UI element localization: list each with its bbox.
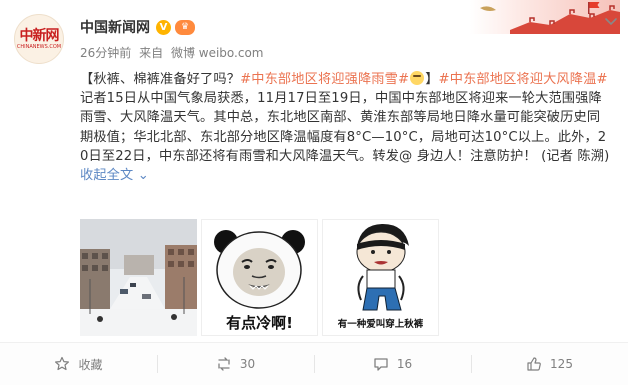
post-image-cartoon-longjohns[interactable]: 有一种爱叫穿上秋裤 (322, 219, 439, 336)
post-source-name[interactable]: 微博 weibo.com (171, 46, 264, 60)
vip-crown-icon[interactable]: ♛ (175, 19, 195, 35)
hashtag-link[interactable]: #中东部地区将迎强降雨雪# (240, 72, 409, 87)
account-name[interactable]: 中国新闻网 (80, 17, 150, 37)
panda-meme-caption: 有点冷啊! (226, 314, 293, 332)
repost-icon (218, 357, 230, 371)
favorite-label: 收藏 (78, 357, 103, 372)
like-button[interactable]: 125 (471, 343, 628, 385)
post-image-snowy-street[interactable] (80, 219, 197, 336)
verified-badge-icon[interactable]: V (156, 19, 171, 35)
post-image-panda-meme[interactable]: 有点冷啊! (201, 219, 318, 336)
weibo-post-card: 中新网 CHINANEWS.COM 中国新闻网 V ♛ 26分钟前 来自 微博 … (0, 0, 628, 385)
header-banner-decoration (470, 0, 620, 34)
account-avatar[interactable]: 中新网 CHINANEWS.COM (14, 14, 64, 64)
avatar-logo-subtext: CHINANEWS.COM (16, 43, 62, 50)
comment-icon (374, 358, 388, 371)
collapse-text-link[interactable]: 收起全文 (80, 168, 133, 183)
panda-face-drawing (214, 230, 305, 309)
post-meta: 26分钟前 来自 微博 weibo.com (80, 44, 268, 61)
post-source-prefix: 来自 (139, 46, 164, 60)
favorite-button[interactable]: 收藏 (0, 343, 157, 385)
post-menu-chevron-icon[interactable] (604, 14, 618, 28)
cartoon-longjohns-drawing (356, 224, 409, 311)
comment-button[interactable]: 16 (314, 343, 471, 385)
post-timestamp[interactable]: 26分钟前 (80, 46, 131, 60)
post-text: 【秋裤、棉裤准备好了吗？#中东部地区将迎强降雨雪# 】#中东部地区将迎大风降温# 记… (80, 70, 610, 185)
collapse-chevron-icon[interactable]: ⌄ (138, 168, 149, 183)
cartoon-meme-caption: 有一种爱叫穿上秋裤 (337, 319, 424, 330)
comment-count: 16 (396, 357, 413, 371)
account-name-row: 中国新闻网 V ♛ (80, 16, 195, 38)
star-icon (55, 356, 70, 371)
post-text-bracket: 】 (425, 72, 439, 87)
hashtag-link[interactable]: #中东部地区将迎大风降温# (439, 72, 608, 87)
repost-button[interactable]: 30 (157, 343, 314, 385)
post-text-lead: 【秋裤、棉裤准备好了吗？ (80, 72, 241, 87)
snowy-street-photo (80, 219, 197, 336)
repost-count: 30 (239, 357, 256, 371)
post-action-bar: 收藏 30 16 125 (0, 342, 628, 385)
avatar-logo-text: 中新网 (19, 27, 60, 44)
cold-face-emoji-icon (410, 71, 425, 85)
thumbs-up-icon (527, 357, 541, 371)
post-text-body: 记者15日从中国气象局获悉，11月17日至19日，中国中东部地区将迎来一轮大范围… (80, 91, 610, 164)
like-count: 125 (550, 357, 573, 371)
